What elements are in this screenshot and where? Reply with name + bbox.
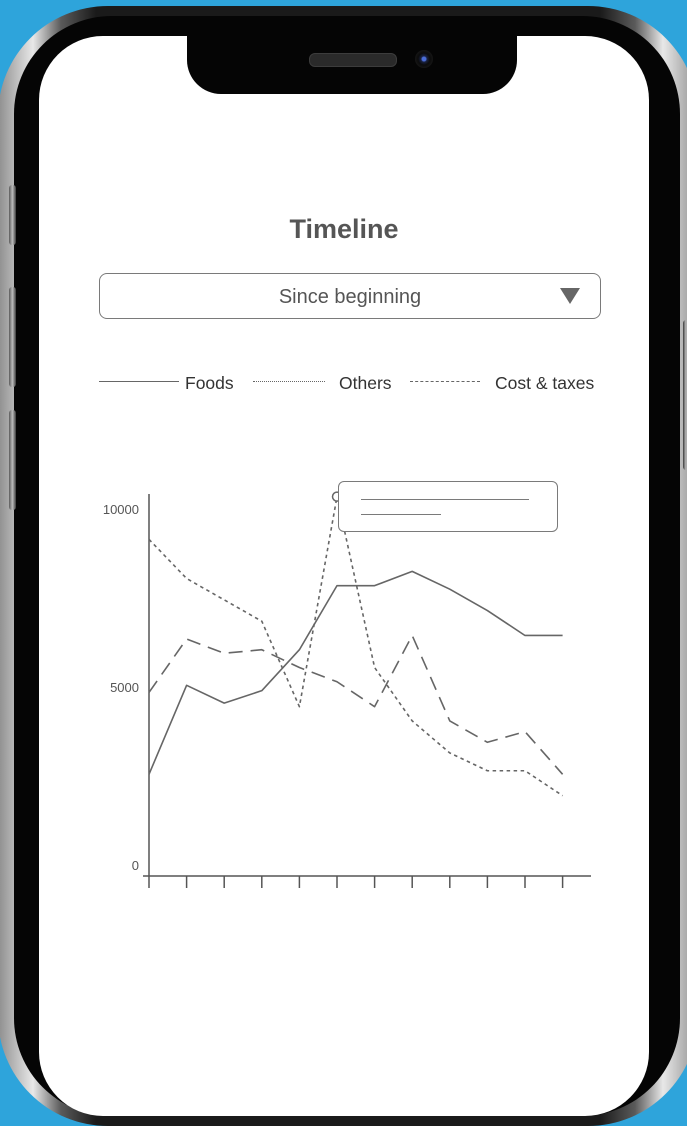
y-tick-label: 0 [132,858,139,873]
chart-tooltip [338,481,558,532]
volume-down-button [9,410,16,510]
silent-switch [9,185,16,245]
series-line-cost-taxes [148,634,564,775]
tooltip-line-placeholder [361,499,529,500]
timeline-chart: 0 5000 10000 [103,491,591,888]
volume-up-button [9,287,16,387]
tooltip-line-placeholder [361,514,441,515]
y-tick-label: 5000 [110,680,139,695]
series-line-foods [148,570,563,775]
series-line-others [148,495,564,797]
power-button [683,320,687,470]
phone-screen: Timeline Since beginning Foods Others Co… [39,36,649,1116]
y-tick-label: 10000 [103,502,139,517]
